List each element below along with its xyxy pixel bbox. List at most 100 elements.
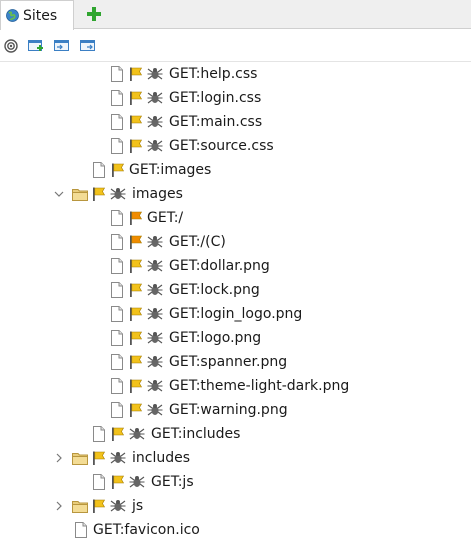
tree-node[interactable]: GET:includes [92,422,240,446]
flag-icon [93,451,106,465]
spider-icon [147,116,163,128]
flag-icon [93,187,106,201]
tree-node-label: GET:logo.png [169,330,262,346]
spider-icon [110,452,126,464]
spider-icon [147,284,163,296]
flag-icon [130,259,143,273]
flag-icon [130,283,143,297]
spider-icon [110,188,126,200]
tree-node[interactable]: GET:/(C) [110,230,226,254]
tree-folder-node[interactable]: images [72,182,183,206]
file-icon [111,210,123,226]
tree-node[interactable]: GET:logo.png [110,326,261,350]
flag-icon [130,235,143,249]
target-icon[interactable] [4,39,18,53]
tree-node-label: GET:main.css [169,114,263,130]
tree-node[interactable]: GET:spanner.png [110,350,287,374]
sites-toolbar [0,30,471,62]
tree-node-label: GET:theme-light-dark.png [169,378,350,394]
spider-icon [147,404,163,416]
file-icon [111,354,123,370]
tree-node[interactable]: GET:login.css [110,86,261,110]
spider-icon [147,68,163,80]
tree-node[interactable]: GET:/ [110,206,183,230]
tree-node-label: GET:favicon.ico [93,522,200,538]
flag-icon [130,403,143,417]
flag-icon [130,139,143,153]
file-icon [111,378,123,394]
tree-folder-node[interactable]: includes [72,446,190,470]
spider-icon [147,260,163,272]
tree-node-label: GET:warning.png [169,402,288,418]
spider-icon [110,500,126,512]
spider-icon [147,356,163,368]
tree-node[interactable]: GET:js [92,470,194,494]
tree-node[interactable]: GET:login_logo.png [110,302,302,326]
file-icon [111,90,123,106]
folder-icon [72,452,88,465]
tree-node[interactable]: GET:favicon.ico [74,518,200,538]
tree-node-label: GET:images [129,162,212,178]
spider-icon [147,308,163,320]
flag-icon [130,91,143,105]
tree-node-label: GET:login.css [169,90,262,106]
tree-node[interactable]: GET:help.css [110,62,257,86]
file-icon [111,306,123,322]
chevron-down-icon[interactable] [54,189,64,199]
tab-sites[interactable]: Sites [0,0,74,30]
spider-icon [147,332,163,344]
chevron-right-icon[interactable] [54,453,64,463]
tree-node[interactable]: GET:theme-light-dark.png [110,374,349,398]
import-icon[interactable] [54,39,70,53]
tree-node[interactable]: GET:dollar.png [110,254,270,278]
flag-icon [130,67,143,81]
tree-node-label: GET:help.css [169,66,258,82]
file-icon [75,522,87,538]
file-icon [93,162,105,178]
tree-node-label: includes [132,450,191,466]
flag-icon [93,499,106,513]
file-icon [111,114,123,130]
tree-node[interactable]: GET:main.css [110,110,262,134]
tab-bar: Sites [0,0,471,30]
tree-node-label: GET:lock.png [169,282,260,298]
new-context-icon[interactable] [28,39,44,53]
folder-icon [72,188,88,201]
tree-node[interactable]: GET:source.css [110,134,274,158]
folder-icon [72,500,88,513]
chevron-right-icon[interactable] [54,501,64,511]
flag-icon [130,211,143,225]
spider-icon [129,476,145,488]
tree-node[interactable]: GET:warning.png [110,398,288,422]
file-icon [111,330,123,346]
flag-icon [112,427,125,441]
flag-icon [112,475,125,489]
tree-folder-node[interactable]: js [72,494,143,518]
spider-icon [129,428,145,440]
file-icon [111,258,123,274]
spider-icon [147,140,163,152]
export-icon[interactable] [80,39,96,53]
tree-node[interactable]: GET:lock.png [110,278,260,302]
tree-node-label: GET:/ [147,210,184,226]
tree-node-label: GET:/(C) [169,234,226,250]
tree-node-label: GET:source.css [169,138,274,154]
spider-icon [147,236,163,248]
tree-node[interactable]: GET:images [92,158,211,182]
sites-tree[interactable]: GET:help.css GET:login.css GET:main.css GET… [0,62,471,538]
flag-icon [112,163,125,177]
tree-node-label: GET:spanner.png [169,354,288,370]
flag-icon [130,355,143,369]
tree-node-label: js [132,498,144,514]
file-icon [111,138,123,154]
tree-node-label: GET:js [151,474,194,490]
tree-node-label: images [132,186,183,202]
file-icon [111,282,123,298]
spider-icon [147,380,163,392]
globe-icon [6,9,19,22]
flag-icon [130,115,143,129]
tree-node-label: GET:login_logo.png [169,306,303,322]
file-icon [111,234,123,250]
flag-icon [130,307,143,321]
add-tab-icon[interactable] [86,6,102,22]
